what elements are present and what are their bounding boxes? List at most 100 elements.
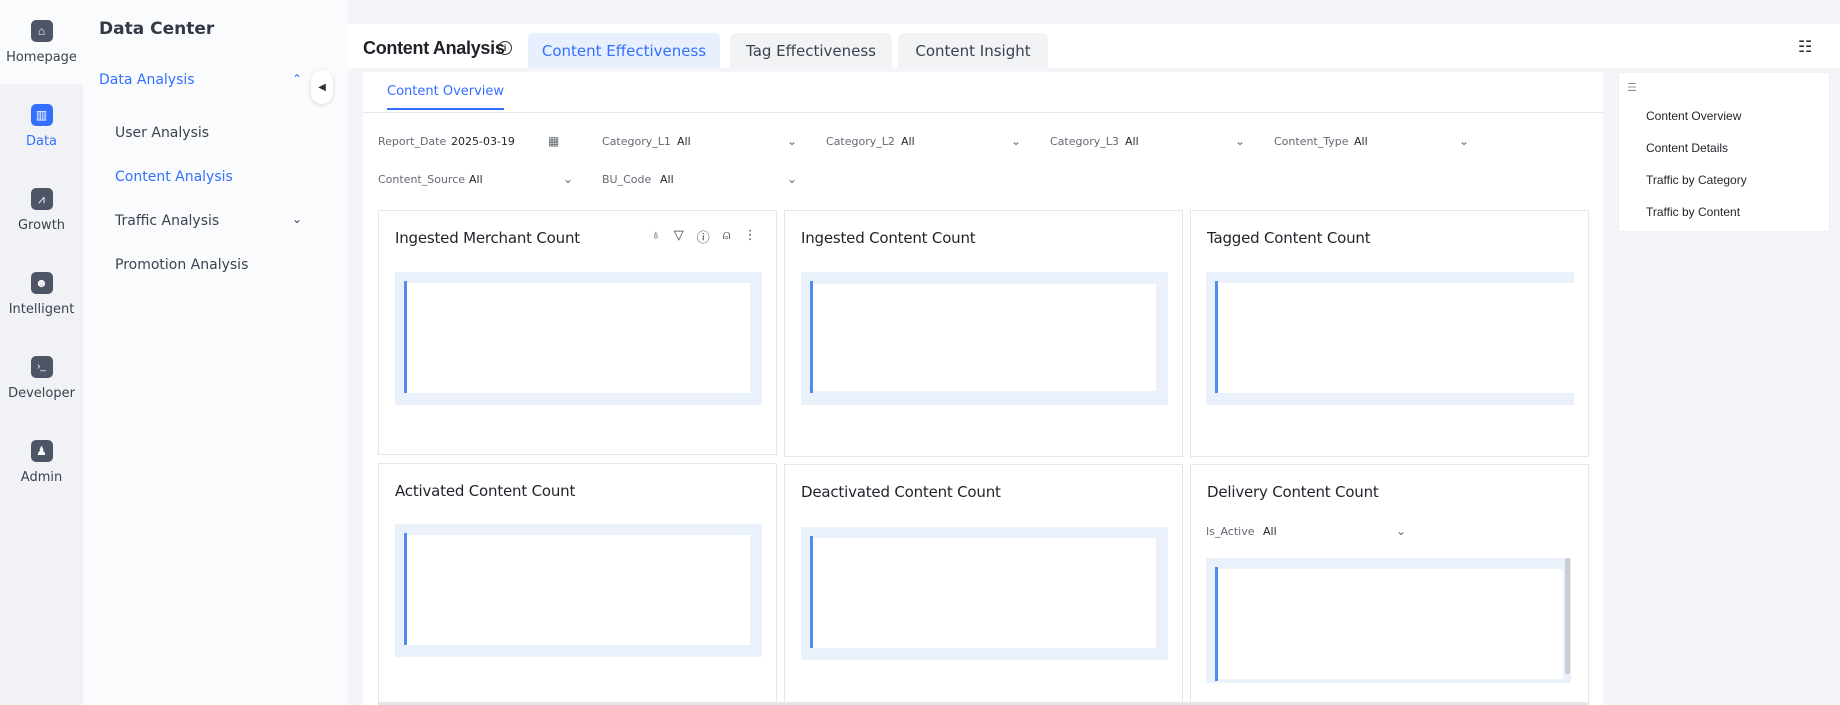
chart-canvas [407, 283, 750, 393]
sub-navigation: Data Center Data Analysis ⌃ User Analysi… [83, 0, 348, 705]
chevron-up-icon[interactable]: ⌃ [292, 72, 302, 86]
page-outline: ☰ Content Overview Content Details Traff… [1618, 72, 1830, 232]
filter-label: Is_Active [1206, 524, 1255, 538]
filter-icon[interactable]: ▽ [674, 227, 684, 246]
tab-content-overview[interactable]: Content Overview [387, 84, 505, 110]
calendar-icon[interactable]: ▦ [548, 134, 559, 148]
chart-axis [1215, 281, 1218, 393]
tab-content-insight[interactable]: Content Insight [898, 33, 1048, 68]
nav-item-content-analysis[interactable]: Content Analysis [115, 169, 233, 185]
card-title: Tagged Content Count [1207, 229, 1371, 247]
info-icon[interactable]: i [498, 41, 512, 55]
chevron-down-icon[interactable]: ⌄ [787, 172, 797, 186]
rail-label: Homepage [6, 49, 77, 65]
card-deactivated-content-count: Deactivated Content Count [784, 464, 1183, 705]
filter-report-date[interactable]: Report_Date 2025-03-19 ▦ [378, 131, 568, 151]
card-tagged-content-count: Tagged Content Count [1190, 210, 1589, 457]
chevron-down-icon[interactable]: ⌄ [1011, 134, 1021, 148]
filter-category-l2[interactable]: Category_L2 All ⌄ [826, 131, 1026, 151]
chevron-down-icon[interactable]: ⌄ [1235, 134, 1245, 148]
filter-content-type[interactable]: Content_Type All ⌄ [1274, 131, 1474, 151]
nav-item-promotion-analysis[interactable]: Promotion Analysis [115, 257, 248, 273]
filter-label: Category_L2 [826, 134, 895, 148]
card-title: Delivery Content Count [1207, 483, 1379, 501]
card-title: Deactivated Content Count [801, 483, 1001, 501]
rail-item-growth[interactable]: ⩘ Growth [0, 168, 83, 252]
tab-tag-effectiveness[interactable]: Tag Effectiveness [730, 33, 892, 68]
filter-value[interactable]: All [1263, 525, 1277, 538]
robot-icon: ☻ [30, 271, 53, 294]
card-activated-content-count: Activated Content Count [378, 463, 777, 705]
nav-item-traffic-analysis[interactable]: Traffic Analysis [115, 213, 219, 229]
rail-item-intelligent[interactable]: ☻ Intelligent [0, 252, 83, 336]
chart-canvas [1218, 283, 1574, 393]
filter-bu-code[interactable]: BU_Code All ⌄ [602, 169, 802, 189]
scrollbar[interactable] [1565, 558, 1570, 674]
collapse-sidebar-button[interactable]: ◀ [311, 70, 333, 104]
nav-item-user-analysis[interactable]: User Analysis [115, 125, 209, 141]
filter-category-l3[interactable]: Category_L3 All ⌄ [1050, 131, 1250, 151]
tab-content-effectiveness[interactable]: Content Effectiveness [528, 33, 720, 68]
chevron-down-icon[interactable]: ⌄ [787, 134, 797, 148]
filter-value[interactable]: 2025-03-19 [451, 135, 515, 148]
user-admin-icon: ♟ [30, 439, 53, 462]
filter-value[interactable]: All [1125, 135, 1139, 148]
chevron-down-icon[interactable]: ⌄ [1396, 524, 1406, 538]
filter-value[interactable]: All [677, 135, 691, 148]
filter-value[interactable]: All [469, 173, 483, 186]
card-title: Activated Content Count [395, 482, 576, 500]
outline-item-content-overview[interactable]: Content Overview [1646, 109, 1741, 123]
card-title: Ingested Content Count [801, 229, 976, 247]
divider [363, 112, 1603, 113]
outline-tree-icon[interactable]: ☷ [1798, 37, 1812, 57]
page-title: Content Analysis [363, 38, 505, 58]
filter-value[interactable]: All [660, 173, 674, 186]
page-header: Content Analysis i Content Effectiveness… [348, 24, 1840, 68]
card-delivery-content-count: Delivery Content Count Is_Active All ⌄ [1190, 464, 1589, 705]
chart-area [801, 272, 1168, 405]
chart-canvas [813, 284, 1156, 391]
info-icon[interactable]: ⓘ [697, 227, 710, 246]
rail-item-developer[interactable]: ›_ Developer [0, 336, 83, 420]
rail-label: Growth [17, 217, 66, 233]
chevron-down-icon[interactable]: ⌄ [292, 212, 302, 226]
chart-area [801, 527, 1168, 660]
outline-list-icon[interactable]: ☰ [1627, 81, 1637, 94]
rail-item-admin[interactable]: ♟ Admin [0, 420, 83, 504]
outline-item-content-details[interactable]: Content Details [1646, 141, 1728, 155]
rail-item-data[interactable]: ▥ Data [0, 84, 83, 168]
card-ingested-merchant-count: Ingested Merchant Count ♁ ▽ ⓘ ⍝ ⋮ [378, 210, 777, 455]
chart-area [1206, 272, 1574, 405]
chart-axis [810, 536, 813, 648]
chart-area [395, 272, 762, 405]
rail-label: Admin [20, 469, 63, 485]
main-panel: Content Overview Report_Date 2025-03-19 … [363, 72, 1603, 705]
rail-item-homepage[interactable]: ⌂ Homepage [0, 0, 83, 84]
section-title: Data Center [99, 19, 215, 39]
bar-chart-icon: ▥ [30, 103, 53, 126]
outline-item-traffic-by-category[interactable]: Traffic by Category [1646, 173, 1747, 187]
lightbulb-icon[interactable]: ♁ [651, 227, 661, 246]
filter-label: Category_L3 [1050, 134, 1119, 148]
filter-category-l1[interactable]: Category_L1 All ⌄ [602, 131, 802, 151]
chart-area [395, 524, 762, 657]
home-icon: ⌂ [30, 19, 53, 42]
filter-content-source[interactable]: Content_Source All ⌄ [378, 169, 578, 189]
chevron-down-icon[interactable]: ⌄ [1459, 134, 1469, 148]
more-icon[interactable]: ⋮ [744, 227, 757, 246]
filter-value[interactable]: All [1354, 135, 1368, 148]
filter-value[interactable]: All [901, 135, 915, 148]
trend-icon: ⩘ [30, 187, 53, 210]
card-toolbar: ♁ ▽ ⓘ ⍝ ⋮ [651, 227, 757, 246]
outline-item-traffic-by-content[interactable]: Traffic by Content [1646, 205, 1740, 219]
filter-label: Content_Type [1274, 134, 1349, 148]
app-rail: ⌂ Homepage ▥ Data ⩘ Growth ☻ Intelligent… [0, 0, 83, 705]
card-title: Ingested Merchant Count [395, 229, 580, 247]
chart-canvas [1218, 569, 1563, 679]
filter-is-active[interactable]: Is_Active All ⌄ [1206, 521, 1406, 541]
chevron-down-icon[interactable]: ⌄ [563, 172, 573, 186]
nav-group-data-analysis[interactable]: Data Analysis [99, 72, 195, 88]
chart-area [1206, 558, 1571, 683]
chart-canvas [813, 538, 1156, 648]
alert-bell-icon[interactable]: ⍝ [723, 227, 731, 246]
